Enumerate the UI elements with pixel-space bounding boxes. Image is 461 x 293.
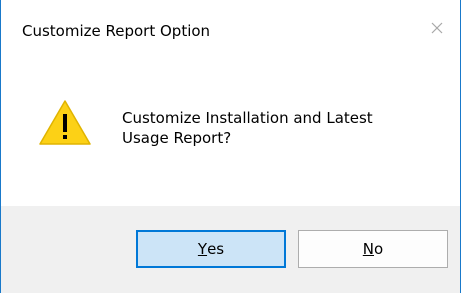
- yes-button[interactable]: Yes: [136, 230, 286, 268]
- title-bar[interactable]: Customize Report Option: [1, 0, 460, 66]
- no-button[interactable]: No: [298, 230, 448, 268]
- dialog-message: Customize Installation and Latest Usage …: [122, 108, 452, 148]
- close-icon[interactable]: [427, 18, 447, 38]
- window-title: Customize Report Option: [22, 22, 211, 40]
- yes-button-label: es: [207, 240, 225, 258]
- yes-button-mnemonic: Y: [197, 240, 208, 258]
- no-button-mnemonic: N: [362, 240, 375, 258]
- message-line-1: Customize Installation and Latest: [122, 109, 373, 127]
- dialog-window: Customize Report Option Customize Instal…: [0, 0, 461, 293]
- message-line-2: Usage Report?: [122, 129, 232, 147]
- warning-icon: [38, 99, 92, 147]
- dialog-content: Customize Installation and Latest Usage …: [1, 66, 460, 206]
- button-bar: Yes No: [1, 206, 460, 293]
- no-button-label: o: [374, 240, 384, 258]
